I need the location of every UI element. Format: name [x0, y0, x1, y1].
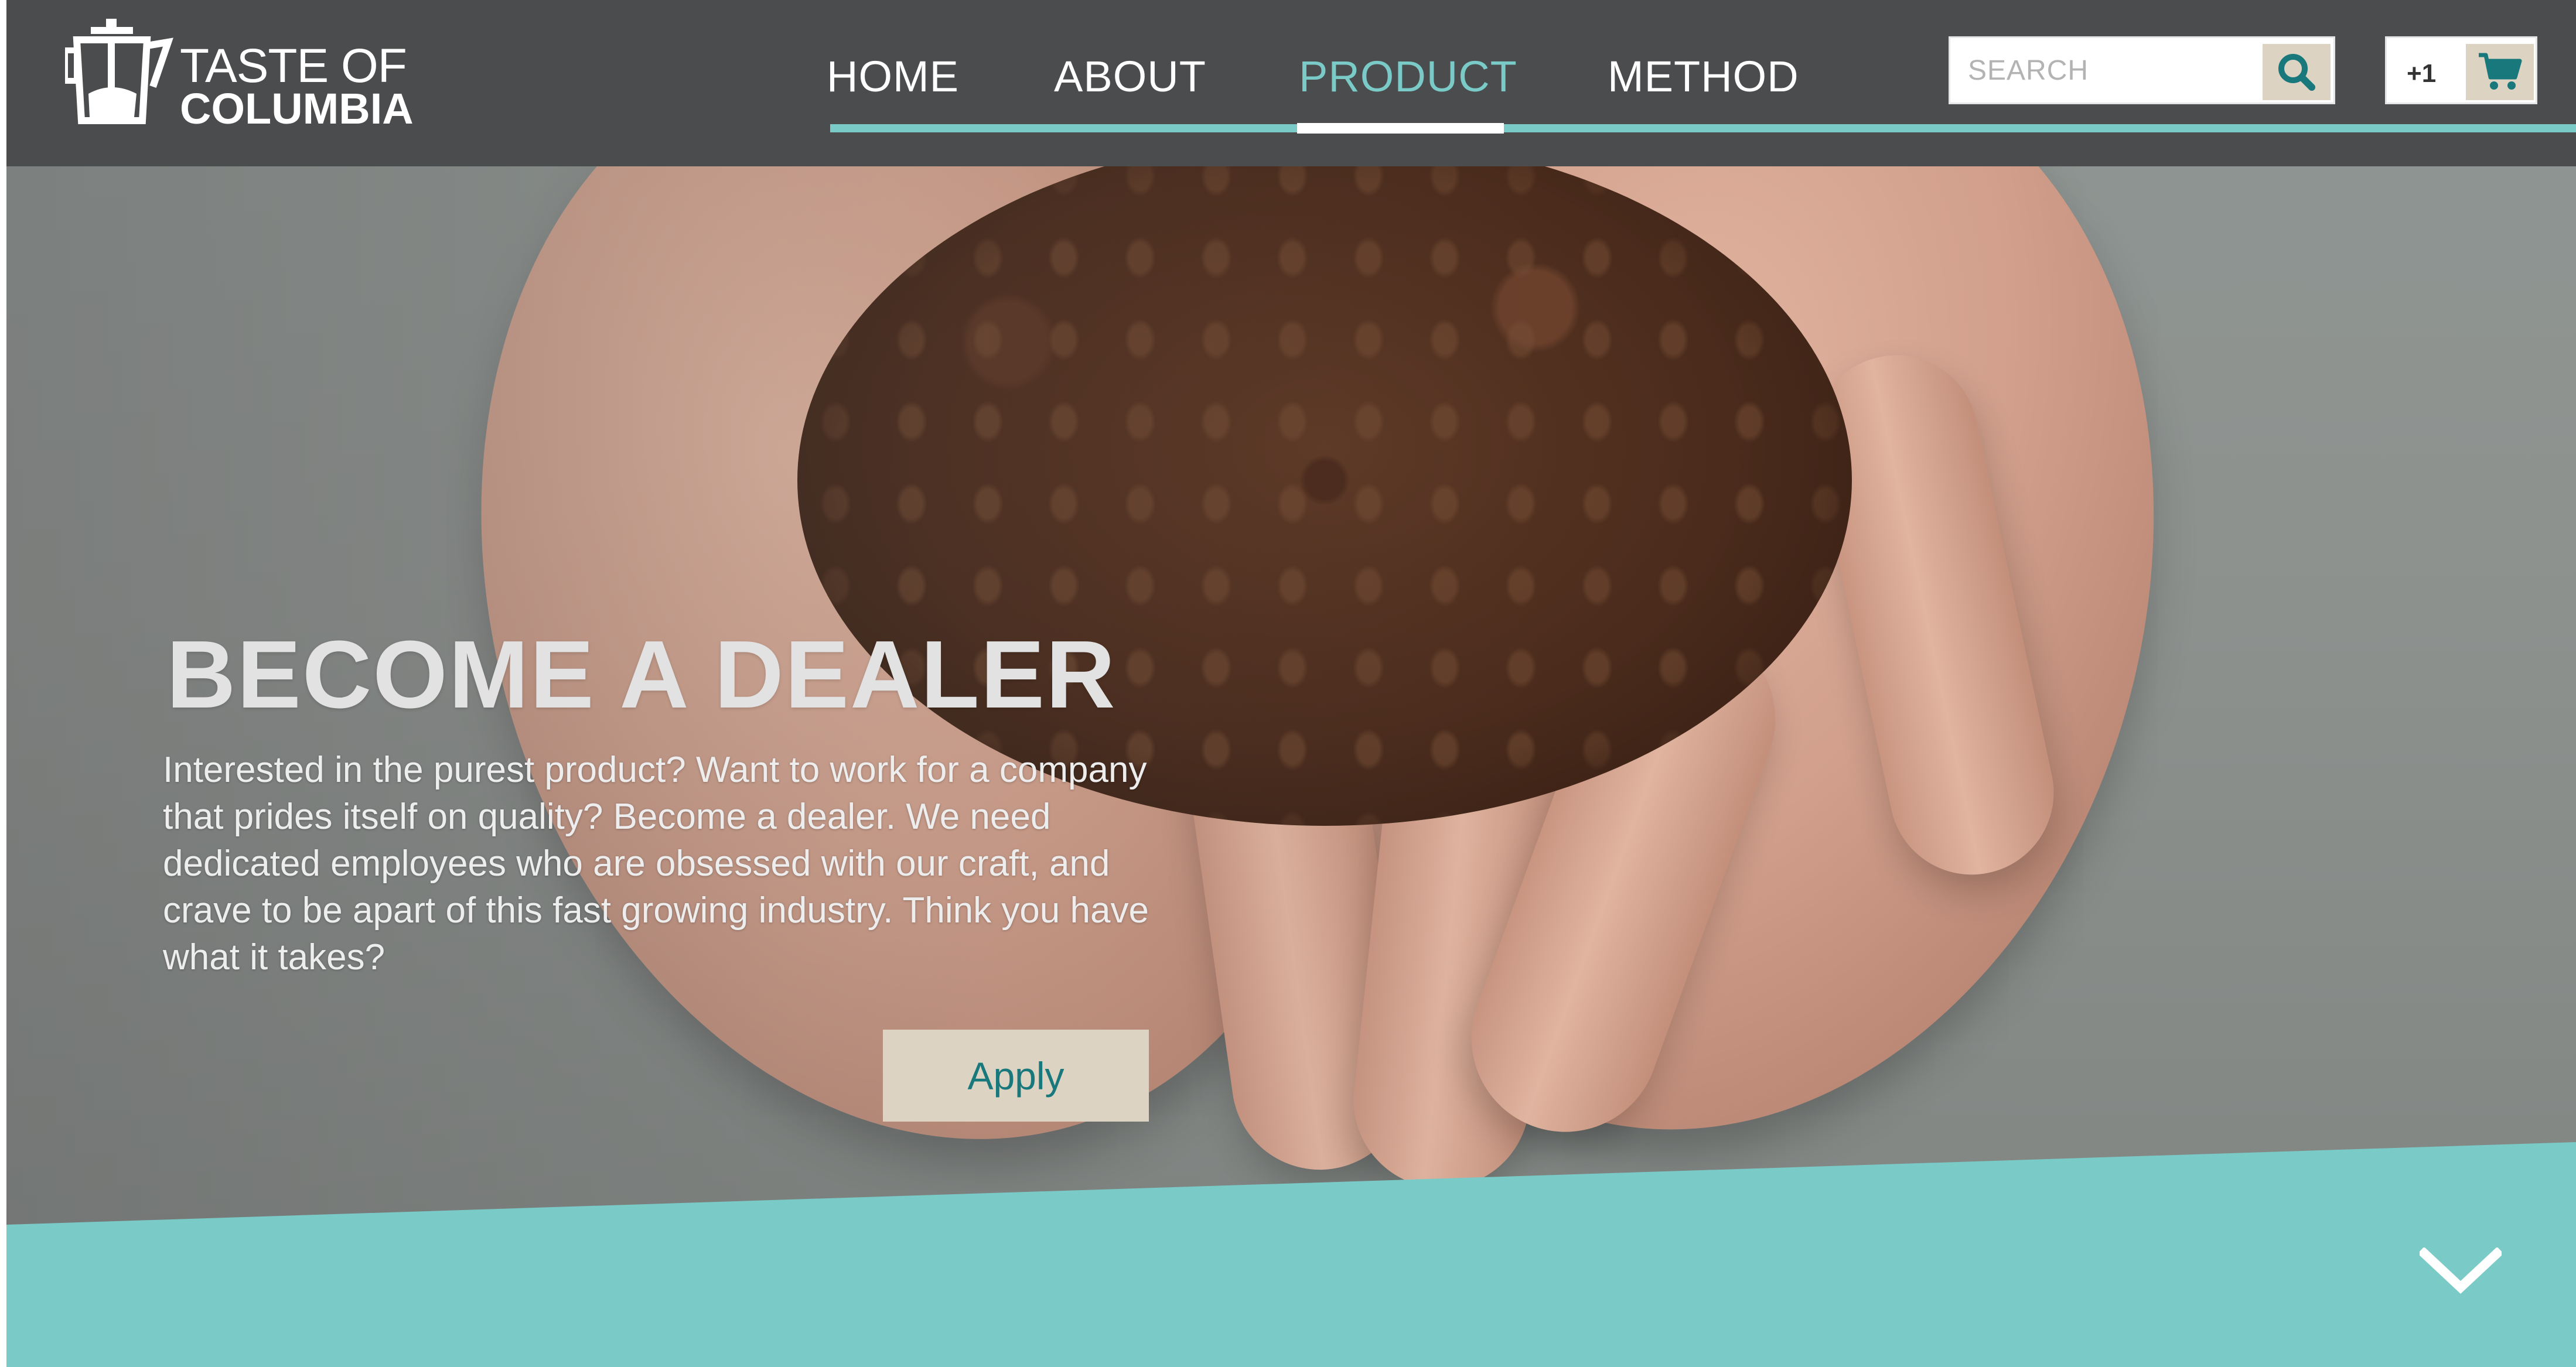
brand-name-line1: TASTE OF — [180, 39, 407, 93]
site-header: TASTE OF COLUMBIA HOME ABOUT PRODUCT MET… — [6, 0, 2576, 166]
search-button[interactable] — [2263, 44, 2331, 100]
hero-title: BECOME A DEALER — [166, 621, 1117, 728]
chevron-down-icon[interactable] — [2420, 1248, 2502, 1294]
nav-underline — [830, 124, 2576, 132]
nav-active-indicator — [1297, 123, 1504, 134]
cart-count-badge: +1 — [2407, 59, 2437, 88]
nav-item-label: ABOUT — [1054, 52, 1206, 101]
cart-widget: +1 — [2385, 36, 2537, 104]
nav-item-label: PRODUCT — [1299, 52, 1517, 101]
search-icon — [2278, 54, 2315, 91]
search-box — [1949, 36, 2335, 104]
hero-description: Interested in the purest product? Want t… — [163, 750, 1149, 978]
nav-item-label: METHOD — [1608, 52, 1799, 101]
apply-button[interactable]: Apply — [883, 1030, 1149, 1122]
coffee-press-icon — [65, 19, 173, 124]
brand-logo[interactable]: TASTE OF COLUMBIA — [65, 14, 440, 131]
search-input[interactable] — [1950, 38, 2267, 102]
cart-icon — [2479, 53, 2522, 90]
nav-item-label: HOME — [827, 52, 959, 101]
cart-button[interactable] — [2466, 44, 2534, 100]
brand-name-line2: COLUMBIA — [180, 84, 414, 133]
